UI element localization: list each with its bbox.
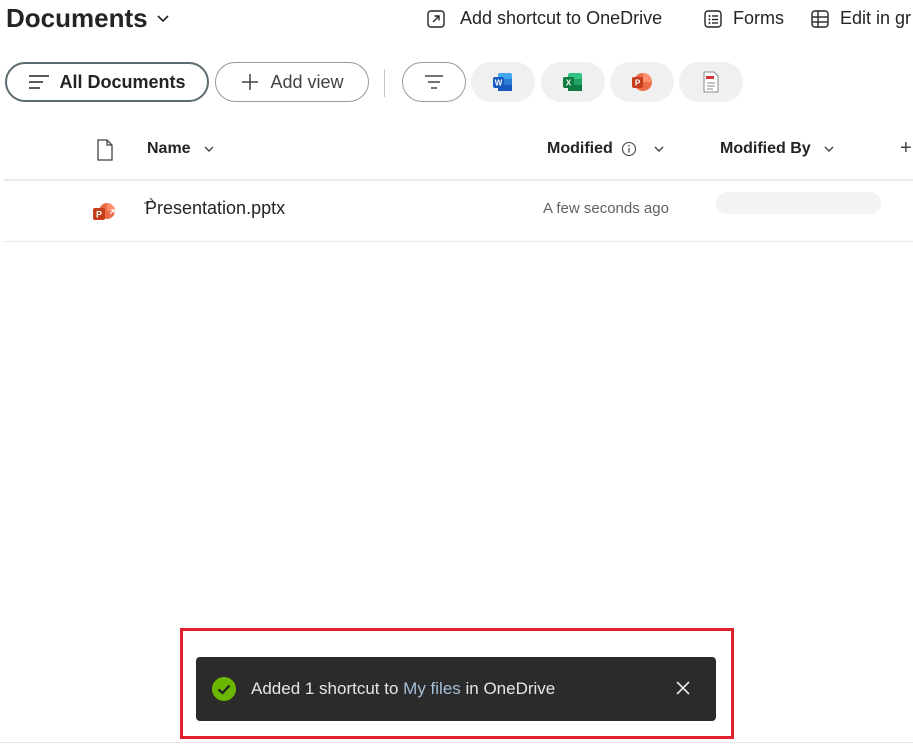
word-icon: W (493, 73, 512, 91)
add-shortcut-button[interactable]: Add shortcut to OneDrive (426, 8, 662, 29)
pdf-icon (703, 71, 719, 93)
filter-powerpoint-button[interactable]: P (610, 62, 674, 102)
file-name-link[interactable]: Presentation.pptx (145, 198, 285, 219)
plus-icon (242, 74, 259, 90)
list-view-icon (29, 75, 50, 89)
column-header-name[interactable]: Name (147, 140, 215, 158)
open-in-new-icon (427, 9, 445, 28)
add-column-button[interactable]: + (900, 137, 912, 160)
svg-text:P: P (635, 79, 641, 88)
forms-button[interactable]: Forms (703, 8, 784, 29)
file-type-column-icon[interactable] (96, 139, 114, 161)
checkmark-circle-icon (212, 677, 236, 701)
library-title-text: Documents (6, 3, 148, 33)
library-title[interactable]: Documents (6, 3, 170, 34)
toast-notification: Added 1 shortcut to My files in OneDrive (196, 657, 716, 721)
column-name-label: Name (147, 140, 191, 157)
svg-text:W: W (495, 79, 503, 88)
forms-icon (704, 9, 722, 28)
excel-icon: X (563, 73, 582, 91)
view-pill-label: All Documents (59, 71, 186, 92)
powerpoint-file-icon: P (93, 203, 115, 220)
toast-message-suffix: in OneDrive (460, 679, 556, 698)
bottom-border (0, 742, 913, 743)
svg-text:P: P (96, 210, 102, 220)
chevron-down-icon (654, 146, 664, 152)
info-icon[interactable] (621, 141, 637, 157)
forms-label: Forms (733, 8, 784, 28)
chevron-down-icon (824, 146, 834, 152)
file-modified-time: A few seconds ago (543, 200, 669, 217)
powerpoint-icon: P (632, 73, 652, 91)
filter-button[interactable] (402, 62, 466, 102)
svg-text:X: X (566, 79, 572, 88)
column-header-modified[interactable]: Modified (547, 140, 665, 158)
column-modified-by-label: Modified By (720, 140, 811, 157)
row-divider (4, 241, 913, 242)
filter-excel-button[interactable]: X (541, 62, 605, 102)
column-header-modified-by[interactable]: Modified By (720, 140, 835, 158)
modified-by-persona[interactable] (716, 192, 881, 214)
add-shortcut-label: Add shortcut to OneDrive (460, 8, 663, 28)
close-icon[interactable] (674, 679, 692, 697)
my-files-link[interactable]: My files (403, 679, 461, 698)
view-pill-all-documents[interactable]: All Documents (5, 62, 209, 102)
toast-message: Added 1 shortcut to My files in OneDrive (251, 679, 555, 699)
edit-in-grid-label: Edit in gr (840, 8, 912, 28)
grid-icon (811, 9, 829, 28)
toast-message-prefix: Added 1 shortcut to (251, 679, 404, 698)
chevron-down-icon (204, 146, 214, 152)
add-view-label: Add view (270, 71, 344, 92)
add-view-button[interactable]: Add view (215, 62, 369, 102)
chevron-down-icon (157, 14, 169, 22)
toolbar-divider (384, 69, 385, 97)
filter-pdf-button[interactable] (679, 62, 743, 102)
filter-word-button[interactable]: W (471, 62, 535, 102)
add-column-label: + (900, 137, 912, 159)
edit-in-grid-button[interactable]: Edit in gr (810, 8, 911, 29)
column-modified-label: Modified (547, 140, 613, 157)
filter-icon (425, 75, 443, 89)
